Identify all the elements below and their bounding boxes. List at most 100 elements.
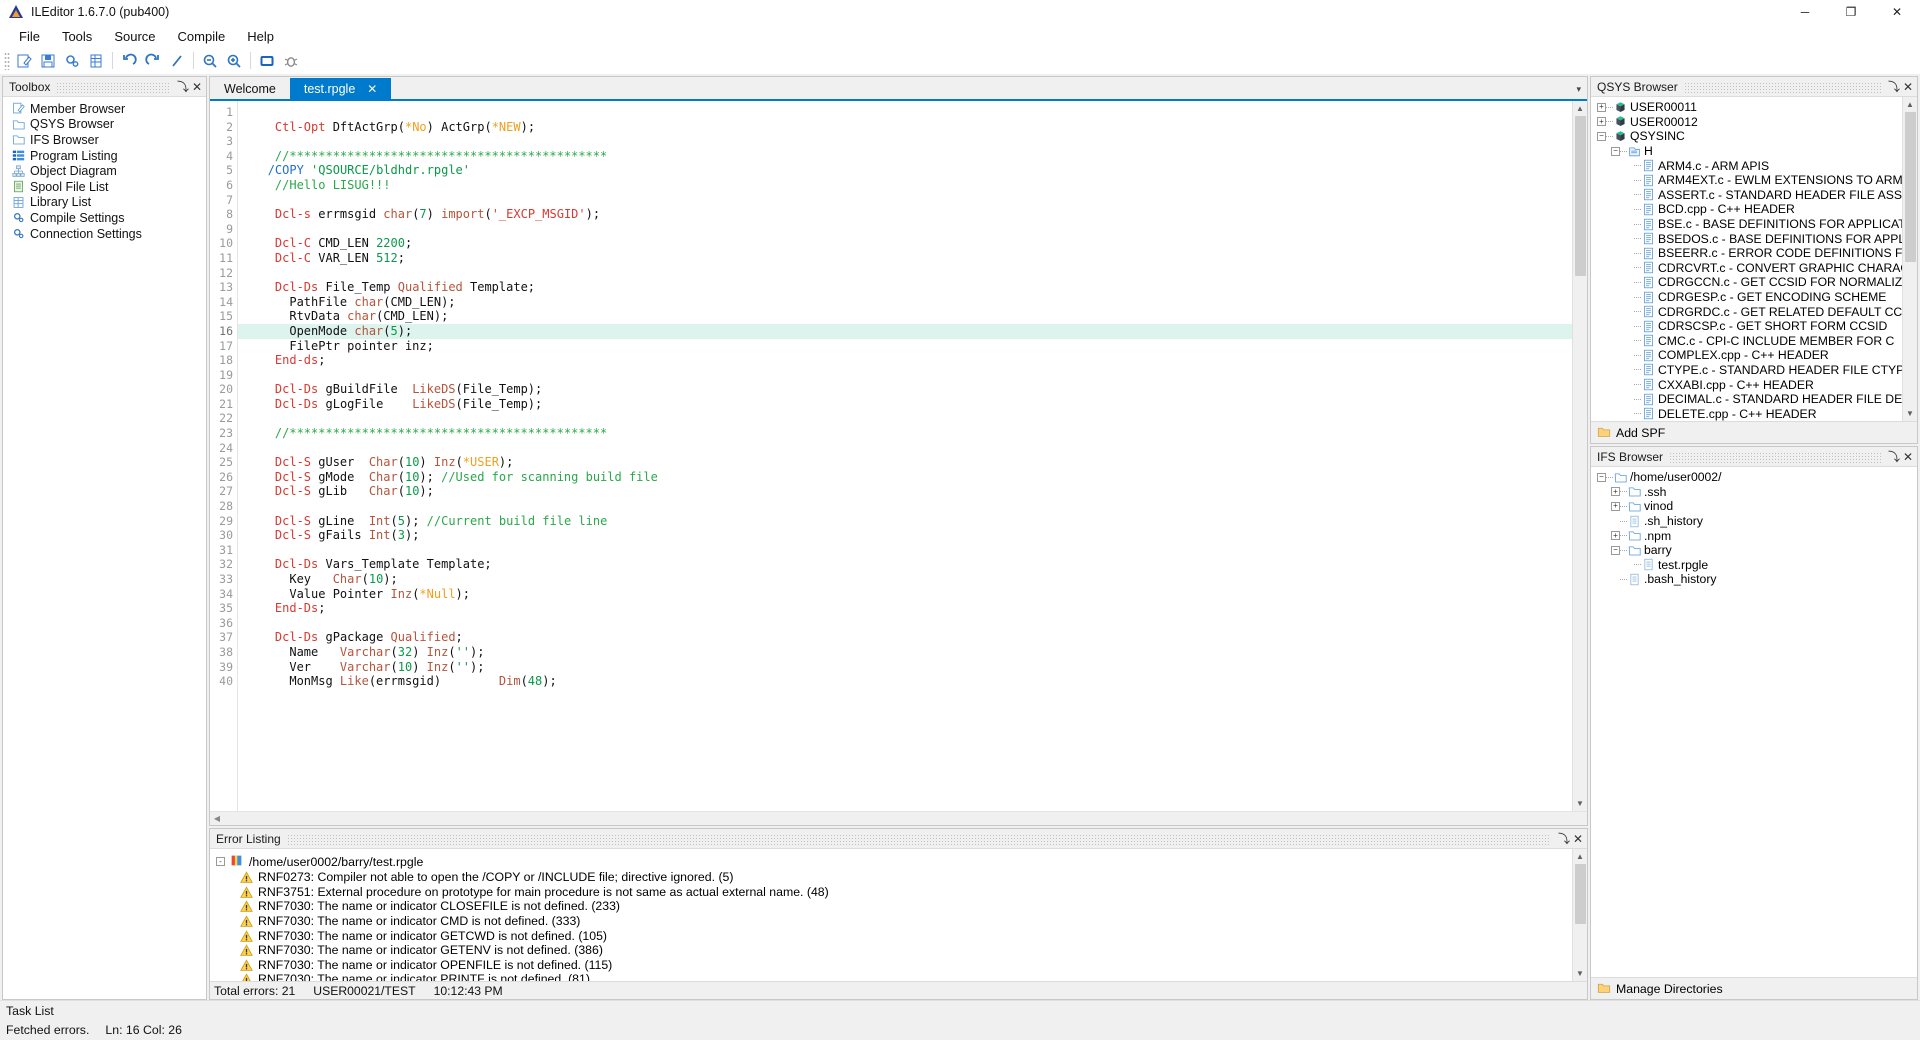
tree-node[interactable]: CDRGRDC.c - GET RELATED DEFAULT CCSID <box>1593 304 1902 319</box>
qsys-footer[interactable]: Add SPF <box>1591 421 1917 443</box>
code-line[interactable] <box>238 368 1572 383</box>
ifs-pin-icon[interactable]: ⤵ <box>1887 448 1901 465</box>
menu-file[interactable]: File <box>8 26 51 47</box>
tree-node[interactable]: − QSYSINC <box>1593 129 1902 144</box>
qsys-scroll-thumb[interactable] <box>1904 112 1916 262</box>
expander-collapse-icon[interactable]: − <box>1611 545 1620 555</box>
error-row[interactable]: RNF7030: The name or indicator OPENFILE … <box>216 958 1572 973</box>
code-line[interactable] <box>238 193 1572 208</box>
editor-horizontal-scrollbar[interactable]: ◀ <box>210 811 1587 825</box>
code-line[interactable]: Dcl-s errmsgid char(7) import('_EXCP_MSG… <box>238 207 1572 222</box>
code-line[interactable] <box>238 616 1572 631</box>
code-line[interactable]: RtvData char(CMD_LEN); <box>238 309 1572 324</box>
tree-node[interactable]: DELETE.cpp - C++ HEADER <box>1593 406 1902 421</box>
toolbox-pin-icon[interactable]: ⤵ <box>176 78 190 95</box>
tree-node[interactable]: ARM4EXT.c - EWLM EXTENSIONS TO ARM APIS <box>1593 173 1902 188</box>
tree-node[interactable]: + vinod <box>1593 499 1917 514</box>
code-line[interactable]: End-ds; <box>238 353 1572 368</box>
library-list-icon[interactable] <box>84 50 108 72</box>
code-line[interactable]: MonMsg Like(errmsgid) Dim(48); <box>238 674 1572 689</box>
tree-node[interactable]: COMPLEX.cpp - C++ HEADER <box>1593 348 1902 363</box>
error-row[interactable]: RNF3751: External procedure on prototype… <box>216 885 1572 900</box>
error-row[interactable]: RNF7030: The name or indicator PRINTF is… <box>216 972 1572 981</box>
tab-close-icon[interactable]: ✕ <box>367 82 377 96</box>
expander-collapse-icon[interactable]: − <box>1597 472 1606 482</box>
comment-line-icon[interactable] <box>165 50 189 72</box>
code-line[interactable]: //Hello LISUG!!! <box>238 178 1572 193</box>
expander-collapse-icon[interactable]: - <box>216 857 225 866</box>
ifs-close-icon[interactable]: ✕ <box>1901 450 1915 464</box>
code-line[interactable]: //**************************************… <box>238 149 1572 164</box>
redo-icon[interactable] <box>141 50 165 72</box>
error-list[interactable]: - /home/user0002/barry/test.rpgle RNF0273:… <box>210 849 1572 981</box>
error-row[interactable]: RNF7030: The name or indicator GETENV is… <box>216 943 1572 958</box>
close-button[interactable]: ✕ <box>1874 0 1920 24</box>
error-root-row[interactable]: - /home/user0002/barry/test.rpgle <box>216 853 1572 870</box>
vertical-scroll-thumb[interactable] <box>1574 116 1586 276</box>
code-editor[interactable]: 1 2 3 4 5 6 7 8 9 10 11 12 13 14 15 16 17 18 19 20 21 22 23 24 2… <box>210 101 1587 811</box>
toolbox-item-library-list[interactable]: Library List <box>7 195 206 211</box>
settings-gear-icon[interactable] <box>60 50 84 72</box>
expander-expand-icon[interactable]: + <box>1611 487 1620 497</box>
code-line[interactable] <box>238 266 1572 281</box>
tab-welcome[interactable]: Welcome <box>210 78 290 99</box>
error-listing-close-icon[interactable]: ✕ <box>1571 832 1585 846</box>
tab-list-dropdown-icon[interactable]: ▾ <box>1576 84 1581 95</box>
qsys-scrollbar[interactable]: ▲ ▼ <box>1902 97 1917 421</box>
tab-test-rpgle[interactable]: test.rpgle ✕ <box>289 78 392 99</box>
code-line[interactable]: Ver Varchar(10) Inz(''); <box>238 660 1572 675</box>
toolbar-grip[interactable] <box>4 51 10 70</box>
code-line[interactable]: Value Pointer Inz(*Null); <box>238 587 1572 602</box>
code-line[interactable]: Dcl-S gLib Char(10); <box>238 484 1572 499</box>
menu-source[interactable]: Source <box>103 26 166 47</box>
code-line[interactable]: OpenMode char(5); <box>238 323 1572 339</box>
tree-node[interactable]: .sh_history <box>1593 514 1917 529</box>
tree-node[interactable]: ASSERT.c - STANDARD HEADER FILE ASSERT <box>1593 188 1902 203</box>
scroll-left-arrow-icon[interactable]: ◀ <box>210 814 224 823</box>
tree-node[interactable]: − H <box>1593 144 1902 159</box>
tree-node[interactable]: BSEDOS.c - BASE DEFINITIONS FOR APPLICAT… <box>1593 231 1902 246</box>
tree-node[interactable]: .bash_history <box>1593 572 1917 587</box>
task-list-bar[interactable]: Task List <box>0 1000 1920 1020</box>
code-line[interactable]: Dcl-S gFails Int(3); <box>238 528 1572 543</box>
toolbox-item-ifs-browser[interactable]: IFS Browser <box>7 132 206 148</box>
code-line[interactable]: Dcl-C CMD_LEN 2200; <box>238 236 1572 251</box>
tree-node[interactable]: − barry <box>1593 543 1917 558</box>
tree-node[interactable]: ARM4.c - ARM APIS <box>1593 158 1902 173</box>
toolbox-item-spool-file-list[interactable]: Spool File List <box>7 179 206 195</box>
new-member-icon[interactable] <box>12 50 36 72</box>
tree-node[interactable]: + .npm <box>1593 528 1917 543</box>
expander-expand-icon[interactable]: + <box>1611 501 1620 511</box>
qsys-tree[interactable]: + USER00011 + USER00012− QSYSINC − H ARM4.c - A… <box>1591 97 1902 421</box>
ifs-footer[interactable]: Manage Directories <box>1591 977 1917 999</box>
code-line[interactable]: Dcl-S gMode Char(10); //Used for scannin… <box>238 470 1572 485</box>
toolbox-item-member-browser[interactable]: Member Browser <box>7 101 206 117</box>
editor-vertical-scrollbar[interactable]: ▲ ▼ <box>1572 101 1587 811</box>
expander-expand-icon[interactable]: + <box>1611 531 1620 541</box>
tree-node[interactable]: CMC.c - CPI-C INCLUDE MEMBER FOR C <box>1593 334 1902 349</box>
code-line[interactable] <box>238 411 1572 426</box>
tree-node[interactable]: CDRCVRT.c - CONVERT GRAPHIC CHARACTER ST… <box>1593 261 1902 276</box>
toolbox-item-object-diagram[interactable]: Object Diagram <box>7 163 206 179</box>
terminal-icon[interactable] <box>255 50 279 72</box>
qsys-pin-icon[interactable]: ⤵ <box>1887 78 1901 95</box>
maximize-button[interactable]: ❐ <box>1828 0 1874 24</box>
tree-node[interactable]: + USER00011 <box>1593 100 1902 115</box>
code-line[interactable]: Name Varchar(32) Inz(''); <box>238 645 1572 660</box>
code-line[interactable]: Dcl-Ds gBuildFile LikeDS(File_Temp); <box>238 382 1572 397</box>
minimize-button[interactable]: ─ <box>1782 0 1828 24</box>
error-list-scrollbar[interactable]: ▲ ▼ <box>1572 849 1587 981</box>
code-line[interactable] <box>238 441 1572 456</box>
tree-node[interactable]: BSEERR.c - ERROR CODE DEFINITIONS FOR AP… <box>1593 246 1902 261</box>
code-line[interactable] <box>238 105 1572 120</box>
toolbox-item-connection-settings[interactable]: Connection Settings <box>7 226 206 242</box>
code-line[interactable]: Dcl-Ds gPackage Qualified; <box>238 630 1572 645</box>
toolbox-close-icon[interactable]: ✕ <box>190 80 204 94</box>
tree-node[interactable]: BSE.c - BASE DEFINITIONS FOR APPLICATION… <box>1593 217 1902 232</box>
code-line[interactable]: Dcl-C VAR_LEN 512; <box>238 251 1572 266</box>
code-line[interactable]: Dcl-S gUser Char(10) Inz(*USER); <box>238 455 1572 470</box>
expander-expand-icon[interactable]: + <box>1597 117 1606 127</box>
zoom-out-icon[interactable] <box>198 50 222 72</box>
tree-node[interactable]: CTYPE.c - STANDARD HEADER FILE CTYPE <box>1593 363 1902 378</box>
tree-node[interactable]: CDRGCCN.c - GET CCSID FOR NORMALIZATION <box>1593 275 1902 290</box>
